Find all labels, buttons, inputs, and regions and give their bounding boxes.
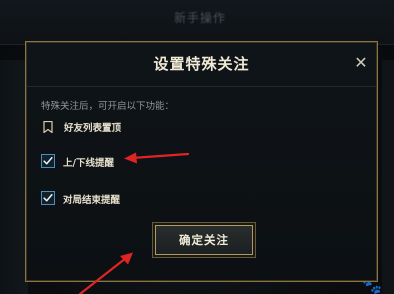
close-icon[interactable]: ✕ <box>352 54 370 72</box>
dialog-title: 设置特殊关注 <box>153 55 250 73</box>
confirm-follow-button[interactable]: 确定关注 <box>155 225 253 255</box>
feature-hint-text: 特殊关注后，可开启以下功能： <box>41 101 175 112</box>
background-right-panel <box>382 60 394 294</box>
background-left-panel <box>0 60 28 294</box>
match-end-reminder-label: 对局结束提醒 <box>63 195 121 206</box>
online-offline-reminder-label: 上/下线提醒 <box>63 158 114 169</box>
match-end-reminder-checkbox[interactable] <box>41 191 55 205</box>
checkmark-icon <box>43 156 53 165</box>
bookmark-icon <box>43 121 53 133</box>
background-title: 新手操作 <box>174 11 227 25</box>
dialog-header: 设置特殊关注 ✕ <box>26 42 377 87</box>
game-client-screen: 新手操作 🐾 设置特殊关注 ✕ 特殊关注后，可开启以下功能： 好友列表置顶 上/… <box>0 0 394 294</box>
pin-feature-label: 好友列表置顶 <box>64 123 122 134</box>
checkmark-icon <box>43 193 53 202</box>
online-offline-reminder-checkbox[interactable] <box>41 154 55 168</box>
special-follow-dialog: 设置特殊关注 ✕ 特殊关注后，可开启以下功能： 好友列表置顶 上/下线提醒 对局… <box>25 41 378 282</box>
